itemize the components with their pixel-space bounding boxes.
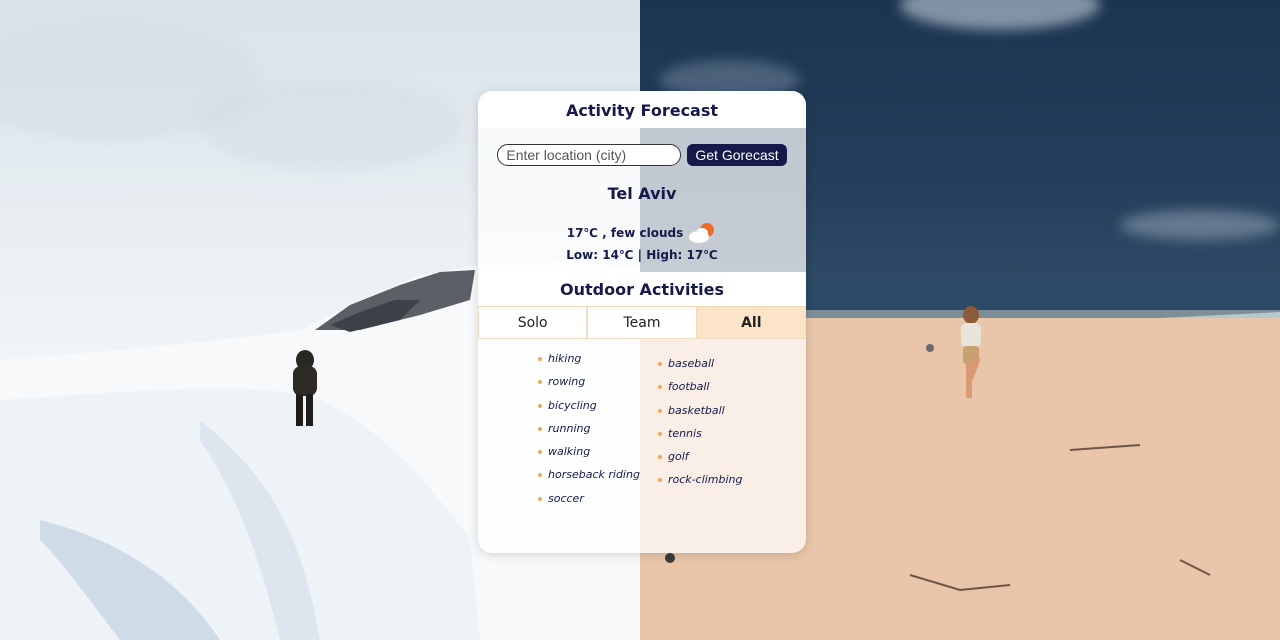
tab-solo[interactable]: Solo: [478, 307, 588, 339]
card-title: Activity Forecast: [478, 91, 806, 128]
activity-lists: hiking rowing bicycling running walking …: [478, 339, 806, 505]
search-bar: Get Gorecast: [478, 144, 806, 166]
list-item: tennis: [658, 422, 743, 445]
list-item: hiking: [538, 347, 640, 370]
activity-forecast-card: Activity Forecast Get Gorecast Tel Aviv …: [478, 91, 806, 553]
location-input[interactable]: [497, 144, 682, 166]
list-item: rock-climbing: [658, 468, 743, 491]
current-weather: 17℃ , few clouds: [478, 221, 806, 245]
list-item: rowing: [538, 370, 640, 393]
list-item: horseback riding: [538, 463, 640, 486]
list-item: walking: [538, 440, 640, 463]
list-item: basketball: [658, 399, 743, 422]
list-item: soccer: [538, 487, 640, 510]
list-item: football: [658, 375, 743, 398]
list-item: running: [538, 417, 640, 440]
current-weather-text: 17℃ , few clouds: [566, 226, 684, 240]
few-clouds-icon: [687, 221, 717, 245]
get-forecast-button[interactable]: Get Gorecast: [687, 144, 787, 166]
temperature-range: Low: 14℃ | High: 17℃: [566, 248, 718, 262]
activity-tabs: Solo Team All: [478, 306, 806, 339]
city-name: Tel Aviv: [607, 184, 677, 203]
list-item: baseball: [658, 352, 743, 375]
activities-title: Outdoor Activities: [478, 272, 806, 306]
tab-team[interactable]: Team: [587, 307, 697, 339]
tab-all[interactable]: All: [696, 307, 806, 339]
list-item: bicycling: [538, 394, 640, 417]
list-item: golf: [658, 445, 743, 468]
